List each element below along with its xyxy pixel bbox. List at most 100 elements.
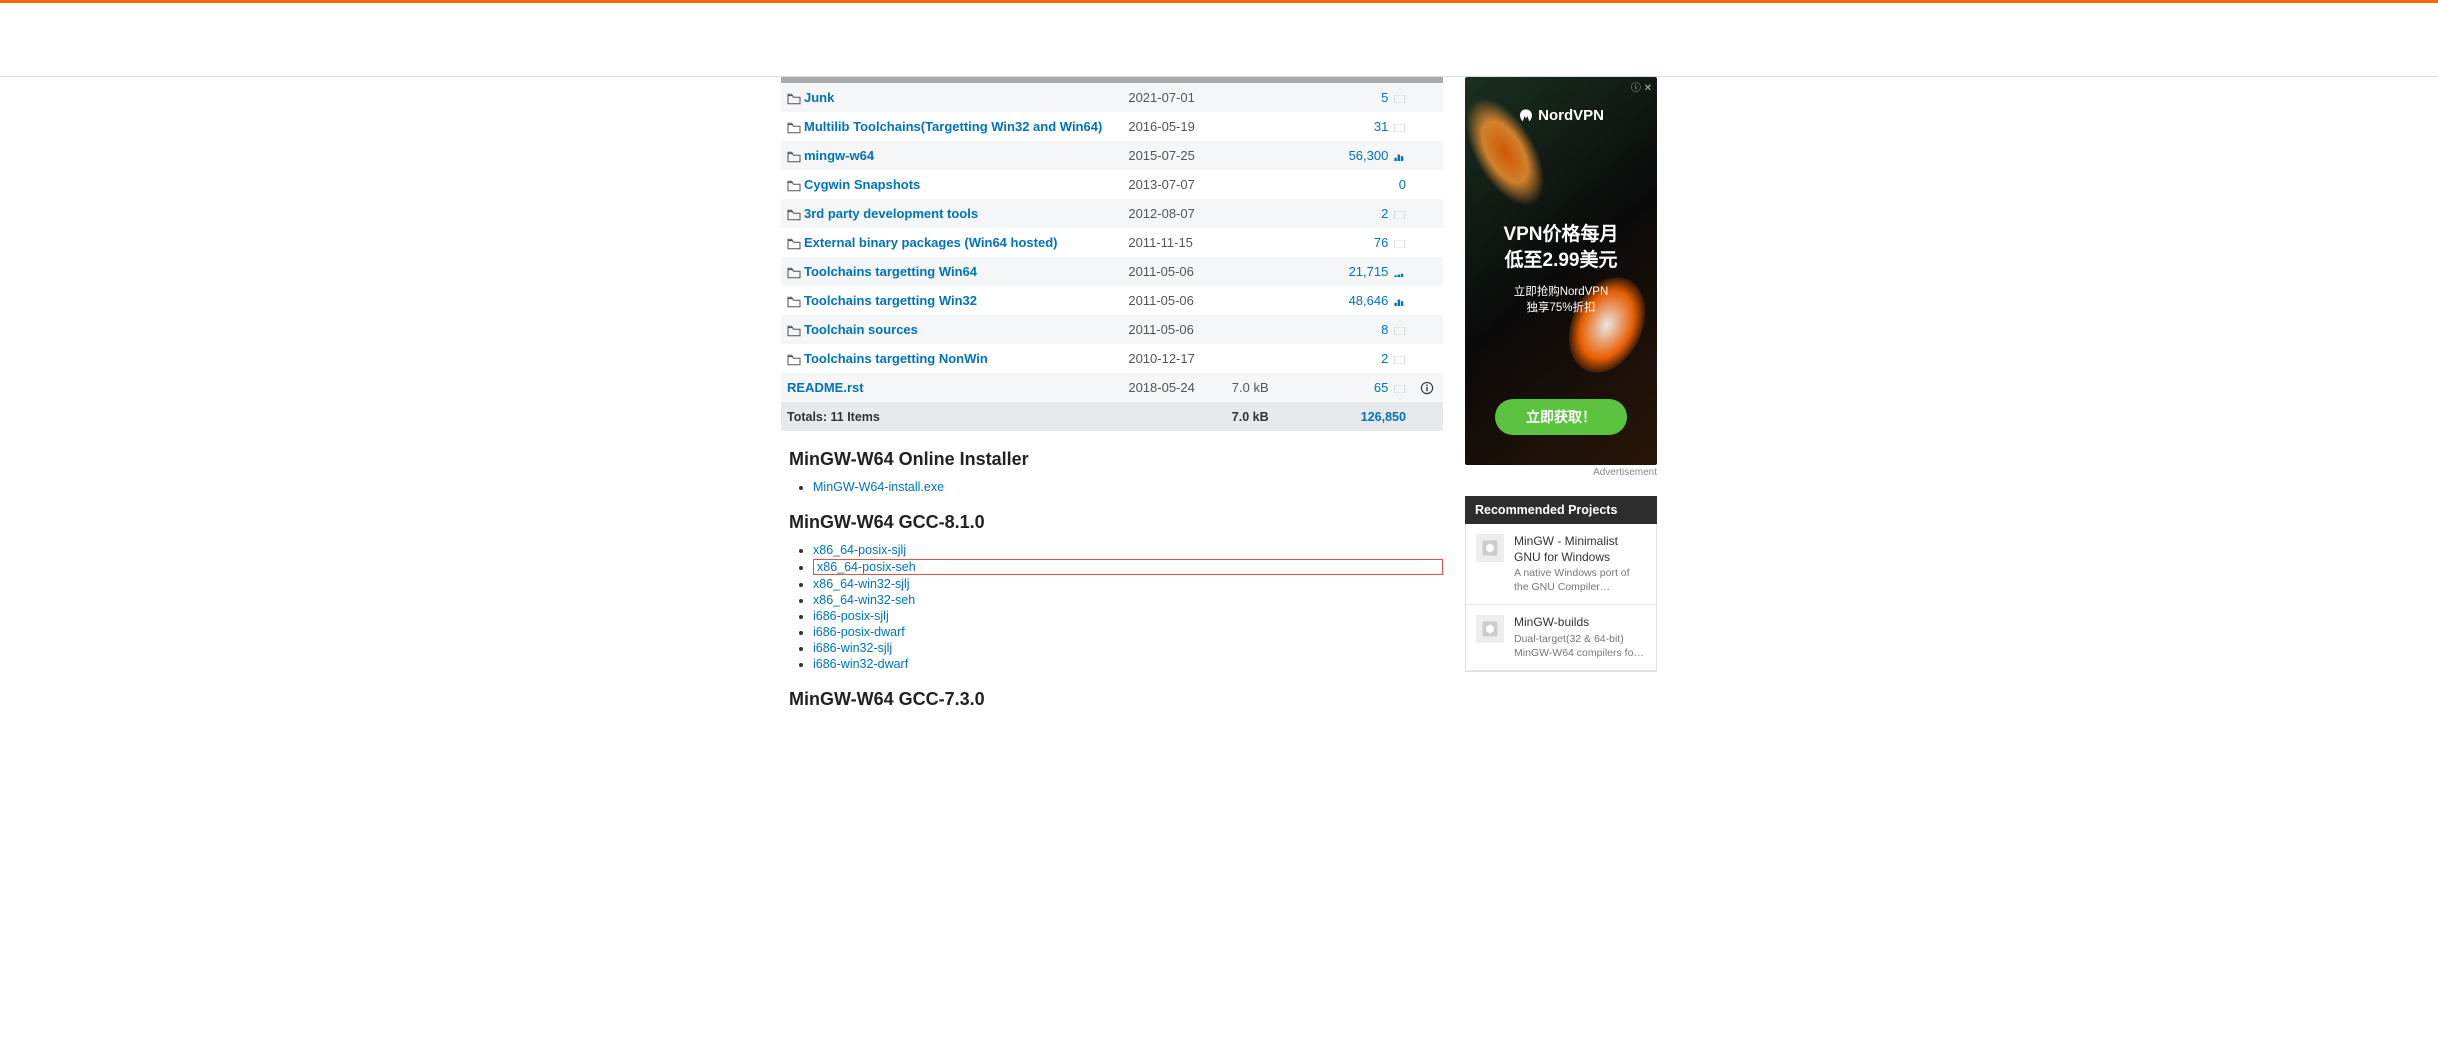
download-count[interactable]: 65 [1374, 380, 1388, 395]
info-icon[interactable] [1420, 381, 1434, 395]
project-icon [1476, 534, 1504, 562]
list-item: x86_64-win32-seh [813, 593, 1443, 607]
file-name-link[interactable]: 3rd party development tools [804, 206, 978, 221]
totals-label: Totals: 11 Items [781, 402, 1122, 431]
gcc730-heading: MinGW-W64 GCC-7.3.0 [789, 689, 1443, 710]
ad-main-line1: VPN价格每月 [1465, 222, 1657, 248]
download-link[interactable]: i686-posix-sjlj [813, 609, 889, 623]
project-description: A native Windows port of the GNU Compile… [1514, 567, 1646, 594]
download-count[interactable]: 21,715 [1349, 264, 1389, 279]
file-name-link[interactable]: Toolchains targetting Win32 [804, 293, 977, 308]
file-size [1226, 112, 1319, 141]
file-size: 7.0 kB [1226, 373, 1319, 402]
file-date: 2011-05-06 [1122, 286, 1225, 315]
file-size [1226, 199, 1319, 228]
header-whitespace [0, 3, 2438, 77]
folder-icon [787, 122, 801, 134]
file-size [1226, 170, 1319, 199]
file-size [1226, 83, 1319, 112]
totals-downloads[interactable]: 126,850 [1361, 410, 1406, 424]
project-icon [1476, 615, 1504, 643]
file-date: 2013-07-07 [1122, 170, 1225, 199]
file-name-link[interactable]: Toolchains targetting NonWin [804, 351, 988, 366]
file-row: Multilib Toolchains(Targetting Win32 and… [781, 112, 1443, 141]
file-name-link[interactable]: Cygwin Snapshots [804, 177, 920, 192]
download-count[interactable]: 76 [1374, 235, 1388, 250]
file-date: 2021-07-01 [1122, 83, 1225, 112]
list-item: i686-win32-dwarf [813, 657, 1443, 671]
advertisement-banner[interactable]: ⓘ ✕ NordVPN VPN价格每月 低至2.99美元 立即抢购NordVPN… [1465, 77, 1657, 465]
download-count[interactable]: 8 [1381, 322, 1388, 337]
file-date: 2016-05-19 [1122, 112, 1225, 141]
download-link[interactable]: x86_64-posix-seh [817, 560, 916, 574]
download-count[interactable]: 56,300 [1349, 148, 1389, 163]
folder-icon [787, 180, 801, 192]
recommended-project-item[interactable]: MinGW - Minimalist GNU for WindowsA nati… [1466, 524, 1656, 605]
file-row: Toolchains targetting Win64 2011-05-06 21,… [781, 257, 1443, 286]
file-size [1226, 315, 1319, 344]
download-count[interactable]: 31 [1374, 119, 1388, 134]
list-item: x86_64-posix-sjlj [813, 543, 1443, 557]
file-name-link[interactable]: Multilib Toolchains(Targetting Win32 and… [804, 119, 1102, 134]
download-link[interactable]: i686-posix-dwarf [813, 625, 905, 639]
download-count[interactable]: 48,646 [1349, 293, 1389, 308]
download-count[interactable]: 2 [1381, 206, 1388, 221]
download-count[interactable]: 2 [1381, 351, 1388, 366]
folder-icon [787, 151, 801, 163]
download-link[interactable]: x86_64-win32-sjlj [813, 577, 910, 591]
file-name-link[interactable]: Junk [804, 90, 834, 105]
file-row: README.rst 2018-05-247.0 kB 65 [781, 373, 1443, 402]
ad-logo: NordVPN [1465, 107, 1657, 124]
recommended-project-item[interactable]: MinGW-buildsDual-target(32 & 64-bit) Min… [1466, 605, 1656, 671]
file-name-link[interactable]: External binary packages (Win64 hosted) [804, 235, 1057, 250]
download-link[interactable]: MinGW-W64-install.exe [813, 480, 944, 494]
file-date: 2018-05-24 [1122, 373, 1225, 402]
ad-sub-line2: 独享75%折扣 [1465, 300, 1657, 316]
folder-icon [787, 209, 801, 221]
ad-main-line2: 低至2.99美元 [1465, 248, 1657, 274]
download-link[interactable]: x86_64-win32-seh [813, 593, 915, 607]
download-count[interactable]: 0 [1399, 177, 1406, 192]
file-row: Toolchains targetting NonWin 2010-12-17 2 [781, 344, 1443, 373]
file-size [1226, 141, 1319, 170]
ad-decoration [1465, 85, 1561, 219]
folder-icon [787, 93, 801, 105]
totals-row: Totals: 11 Items7.0 kB126,850 [781, 402, 1443, 431]
download-link[interactable]: i686-win32-dwarf [813, 657, 908, 671]
file-name-link[interactable]: Toolchains targetting Win64 [804, 264, 977, 279]
ad-logo-text: NordVPN [1538, 107, 1604, 124]
file-row: 3rd party development tools 2012-08-07 2 [781, 199, 1443, 228]
gcc810-download-list: x86_64-posix-sjlj x86_64-posix-seh x86_64-… [813, 543, 1443, 671]
list-item: MinGW-W64-install.exe [813, 480, 1443, 494]
download-link[interactable]: x86_64-posix-sjlj [813, 543, 906, 557]
folder-icon [787, 325, 801, 337]
download-count[interactable]: 5 [1381, 90, 1388, 105]
file-name-link[interactable]: mingw-w64 [804, 148, 874, 163]
ad-subtext: 立即抢购NordVPN 独享75%折扣 [1465, 284, 1657, 316]
gcc810-heading: MinGW-W64 GCC-8.1.0 [789, 512, 1443, 533]
recommended-projects-box: MinGW - Minimalist GNU for WindowsA nati… [1465, 524, 1657, 672]
file-name-link[interactable]: Toolchain sources [804, 322, 918, 337]
list-item: i686-posix-sjlj [813, 609, 1443, 623]
list-item: i686-posix-dwarf [813, 625, 1443, 639]
folder-icon [787, 238, 801, 250]
ad-close-info[interactable]: ⓘ ✕ [1631, 79, 1652, 94]
file-row: Toolchain sources2011-05-068 [781, 315, 1443, 344]
file-size [1226, 286, 1319, 315]
nordvpn-icon [1518, 108, 1534, 124]
file-name-link[interactable]: README.rst [787, 380, 864, 395]
ad-cta-button[interactable]: 立即获取！ [1495, 399, 1627, 435]
list-item: x86_64-win32-sjlj [813, 577, 1443, 591]
file-size [1226, 344, 1319, 373]
main-content: Junk 2021-07-01 5 Multilib Toolchains(Targ… [781, 77, 1443, 720]
ad-sub-line1: 立即抢购NordVPN [1465, 284, 1657, 300]
file-date: 2010-12-17 [1122, 344, 1225, 373]
project-title: MinGW - Minimalist GNU for Windows [1514, 534, 1646, 565]
download-link[interactable]: i686-win32-sjlj [813, 641, 892, 655]
file-date: 2011-05-06 [1122, 257, 1225, 286]
file-row: External binary packages (Win64 hosted)2… [781, 228, 1443, 257]
installer-heading: MinGW-W64 Online Installer [789, 449, 1443, 470]
file-date: 2012-08-07 [1122, 199, 1225, 228]
installer-list: MinGW-W64-install.exe [813, 480, 1443, 494]
recommended-header: Recommended Projects [1465, 496, 1657, 524]
